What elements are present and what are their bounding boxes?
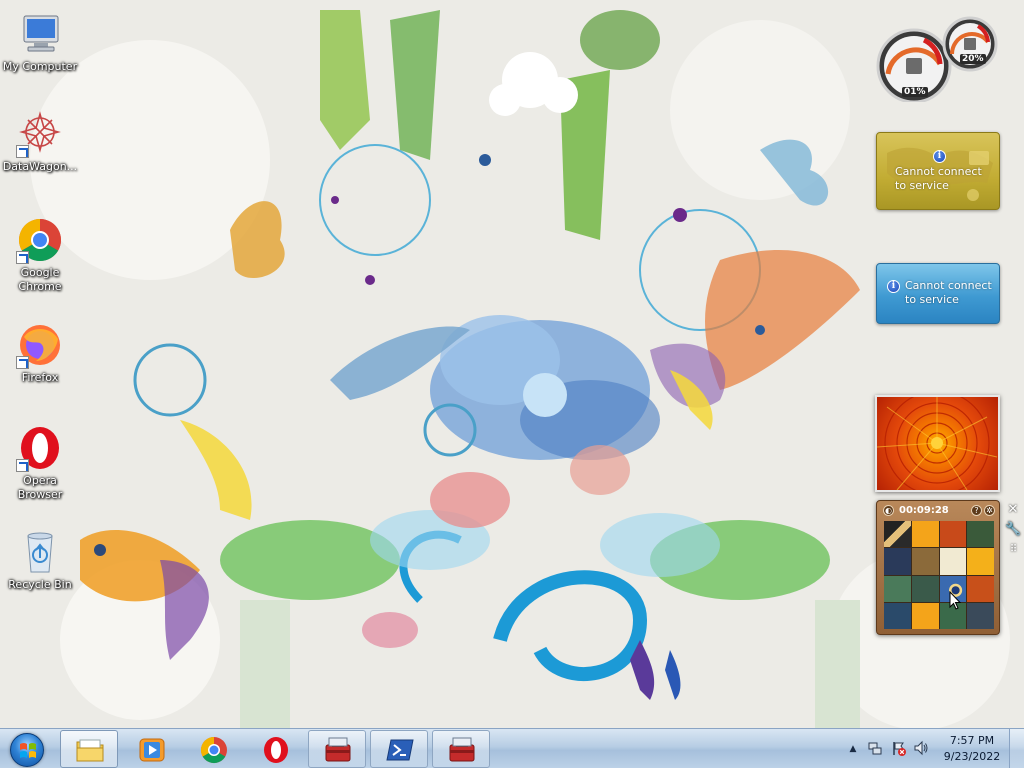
taskbar-opera[interactable] <box>246 730 304 768</box>
taskbar-toolbox-app-1[interactable] <box>308 730 366 768</box>
volume-icon[interactable] <box>912 740 930 758</box>
folder-icon <box>76 739 104 762</box>
desktop-icon-datawagon[interactable]: DataWagon... <box>0 110 80 174</box>
desktop-icon-opera[interactable]: Opera Browser <box>0 424 80 502</box>
puzzle-tile[interactable] <box>967 548 994 575</box>
action-center-flag-icon[interactable] <box>890 740 908 758</box>
puzzle-tile[interactable] <box>911 521 939 548</box>
desktop-icon-label: DataWagon... <box>2 160 78 173</box>
taskbar-media-player[interactable] <box>122 730 180 768</box>
network-icon[interactable] <box>866 740 884 758</box>
wallpaper-art <box>0 0 1024 728</box>
taskbar-powershell[interactable] <box>370 730 428 768</box>
show-hidden-icons-chevron-icon[interactable]: ▲ <box>844 740 862 758</box>
notification-area: ▲ 7:57 PM 9/23/2022 <box>842 729 1024 768</box>
puzzle-header: ◐ 00:09:28 ? ✲ <box>881 504 997 518</box>
desktop-icon-firefox[interactable]: Firefox <box>0 321 80 385</box>
info-icon: i <box>933 150 946 163</box>
mouse-cursor-icon <box>949 591 962 610</box>
chrysanthemum-photo <box>877 397 998 490</box>
desktop-icon-my-computer[interactable]: My Computer <box>0 10 80 74</box>
puzzle-tile[interactable] <box>884 521 911 548</box>
desktop-icon-label: Recycle Bin <box>8 578 72 591</box>
info-icon: i <box>887 280 900 293</box>
desktop-wallpaper[interactable] <box>0 0 1024 728</box>
firefox-icon <box>16 321 64 369</box>
chrome-icon <box>16 216 64 264</box>
wrench-options-icon[interactable]: 🔧 <box>1005 522 1021 538</box>
puzzle-timer: 00:09:28 <box>899 505 949 516</box>
start-button[interactable] <box>4 731 50 767</box>
cpu-meter-gadget[interactable]: 01% 20% <box>874 14 1002 104</box>
desktop-icon-label: Firefox <box>21 371 59 384</box>
puzzle-tile[interactable] <box>967 521 994 548</box>
shortcut-arrow-icon <box>16 459 29 472</box>
puzzle-tile[interactable] <box>939 548 967 575</box>
drag-handle-icon[interactable]: ⠿ <box>1005 542 1021 558</box>
puzzle-tile[interactable] <box>884 575 911 602</box>
desktop-icon-label: Google Chrome <box>18 266 62 293</box>
toolbox-icon <box>325 737 351 762</box>
puzzle-board[interactable] <box>884 521 994 629</box>
start-orb-icon <box>10 733 44 767</box>
taskbar-windows-explorer[interactable] <box>60 730 118 768</box>
powershell-icon <box>386 739 414 761</box>
puzzle-tile[interactable] <box>911 575 939 602</box>
puzzle-tile[interactable] <box>911 548 939 575</box>
taskbar-toolbox-app-2[interactable] <box>432 730 490 768</box>
puzzle-tile[interactable] <box>967 575 994 602</box>
shortcut-arrow-icon <box>16 356 29 369</box>
datawagon-icon <box>16 110 64 158</box>
taskbar: ▲ 7:57 PM 9/23/2022 <box>0 728 1024 768</box>
shortcut-arrow-icon <box>16 251 29 264</box>
puzzle-tile[interactable] <box>939 521 967 548</box>
toolbox-icon <box>449 737 475 762</box>
chrome-icon <box>200 736 227 764</box>
desktop-icon-label: My Computer <box>2 60 78 73</box>
media-player-icon <box>139 738 165 762</box>
taskbar-google-chrome[interactable] <box>184 730 242 768</box>
cpu-usage-readout: 01% <box>902 87 928 97</box>
gadget-toolbar: ✕ 🔧 ⠿ <box>1004 502 1022 560</box>
weather-error-message: Cannot connect to service <box>895 165 982 192</box>
close-gadget-icon[interactable]: ✕ <box>1005 502 1021 518</box>
show-desktop-button[interactable] <box>1009 729 1024 768</box>
puzzle-tile[interactable] <box>884 548 911 575</box>
weather-gadget[interactable]: i Cannot connect to service <box>876 132 1000 210</box>
picture-puzzle-gadget[interactable]: ◐ 00:09:28 ? ✲ <box>876 500 1000 635</box>
puzzle-tile[interactable] <box>911 602 939 629</box>
desktop-icon-label: Opera Browser <box>17 474 63 501</box>
currency-error-message: Cannot connect to service <box>905 279 992 306</box>
opera-icon <box>16 424 64 472</box>
system-clock[interactable]: 7:57 PM 9/23/2022 <box>936 733 1008 765</box>
currency-gadget[interactable]: i Cannot connect to service <box>876 263 1000 324</box>
opera-icon <box>264 737 288 763</box>
solve-icon[interactable]: ✲ <box>984 505 995 516</box>
clock-date: 9/23/2022 <box>943 750 1001 763</box>
computer-icon <box>16 10 64 58</box>
memory-usage-readout: 20% <box>960 54 986 64</box>
desktop-icon-recycle-bin[interactable]: Recycle Bin <box>0 528 80 592</box>
slideshow-gadget[interactable] <box>875 395 1000 492</box>
show-picture-icon[interactable]: ◐ <box>883 505 894 516</box>
puzzle-tile[interactable] <box>967 602 994 629</box>
recycle-bin-icon <box>16 528 64 576</box>
shortcut-arrow-icon <box>16 145 29 158</box>
help-icon[interactable]: ? <box>971 505 982 516</box>
desktop-icon-google-chrome[interactable]: Google Chrome <box>0 216 80 294</box>
puzzle-tile[interactable] <box>884 602 911 629</box>
clock-time: 7:57 PM <box>949 734 995 747</box>
